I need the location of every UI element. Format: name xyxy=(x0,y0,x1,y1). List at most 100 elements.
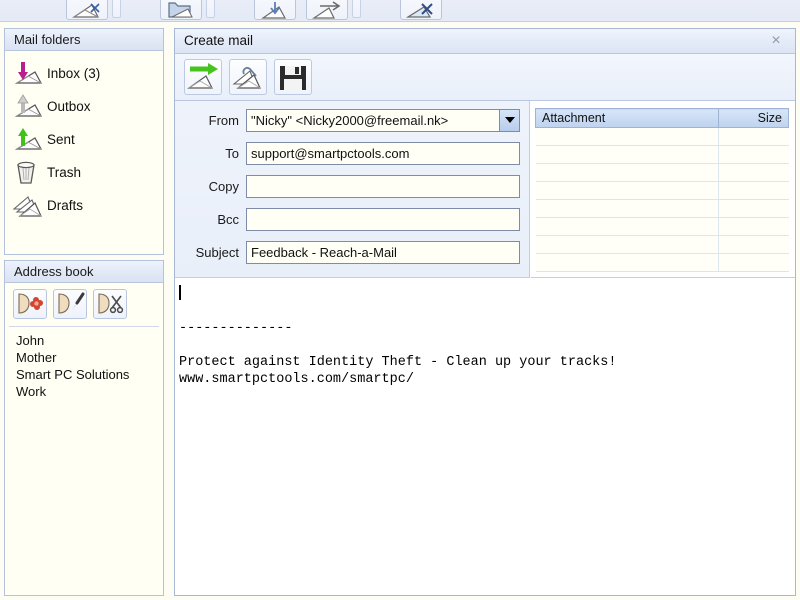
toolbar-button-new-mail[interactable] xyxy=(66,0,108,20)
cell-size xyxy=(718,145,789,164)
table-row[interactable] xyxy=(535,199,789,218)
envelope-stack-icon xyxy=(11,192,45,220)
attachment-table[interactable]: Attachment Size xyxy=(535,108,789,272)
mail-folders-title: Mail folders xyxy=(5,29,163,51)
cell-size xyxy=(718,217,789,236)
cell-attachment xyxy=(535,217,719,236)
sidebar-item-drafts[interactable]: Drafts xyxy=(11,189,163,222)
column-header-size[interactable]: Size xyxy=(718,108,789,128)
form-row-from: From "Nicky" <Nicky2000@freemail.nk> xyxy=(175,106,529,134)
sidebar-item-label: Drafts xyxy=(47,198,84,213)
list-item[interactable]: John xyxy=(16,332,159,349)
from-label: From xyxy=(208,112,239,128)
message-body-editor[interactable]: -------------- Protect against Identity … xyxy=(175,279,795,594)
mail-folders-list: Inbox (3) Outbox Sent Trash Drafts xyxy=(5,51,163,222)
delete-contact-button[interactable] xyxy=(93,289,127,319)
create-mail-toolbar xyxy=(175,54,795,101)
attachment-table-body xyxy=(535,127,789,272)
envelope-down-arrow-icon xyxy=(261,2,287,19)
toolbar-button-send-mail[interactable] xyxy=(306,0,348,20)
subject-value: Feedback - Reach-a-Mail xyxy=(251,244,397,260)
contact-cut-scissors-icon xyxy=(98,293,124,314)
message-body-text: -------------- Protect against Identity … xyxy=(179,321,617,387)
from-dropdown-button[interactable] xyxy=(499,109,519,131)
contact-add-icon xyxy=(18,293,43,314)
cell-attachment xyxy=(535,163,719,182)
column-header-attachment[interactable]: Attachment xyxy=(535,108,719,128)
mail-header-form: From "Nicky" <Nicky2000@freemail.nk> To … xyxy=(175,101,530,278)
create-mail-content: From "Nicky" <Nicky2000@freemail.nk> To … xyxy=(175,101,795,594)
table-row[interactable] xyxy=(535,235,789,254)
sidebar-item-label: Sent xyxy=(47,132,75,147)
envelope-delete-icon xyxy=(406,3,433,18)
cell-size xyxy=(718,163,789,182)
add-contact-button[interactable] xyxy=(13,289,47,319)
from-field[interactable]: "Nicky" <Nicky2000@freemail.nk> xyxy=(246,108,520,132)
sidebar-item-label: Trash xyxy=(47,165,82,180)
table-row[interactable] xyxy=(535,217,789,236)
attach-button[interactable] xyxy=(229,59,267,95)
sidebar-item-sent[interactable]: Sent xyxy=(11,123,163,156)
bcc-label: Bcc xyxy=(217,211,239,227)
form-row-subject: Subject Feedback - Reach-a-Mail xyxy=(175,238,529,266)
left-sidebar: Mail folders Inbox (3) Outbox Sent Trash… xyxy=(4,28,164,596)
close-icon[interactable]: × xyxy=(765,29,787,53)
toolbar-separator-1 xyxy=(112,0,121,18)
form-row-copy: Copy xyxy=(175,172,529,200)
text-caret xyxy=(179,285,181,300)
mail-folders-panel: Mail folders Inbox (3) Outbox Sent Trash… xyxy=(4,28,164,255)
edit-contact-button[interactable] xyxy=(53,289,87,319)
list-item[interactable]: Work xyxy=(16,383,159,400)
to-label: To xyxy=(225,145,239,161)
envelope-new-icon xyxy=(72,3,100,18)
cell-attachment xyxy=(535,181,719,200)
to-field[interactable]: support@smartpctools.com xyxy=(246,141,520,165)
create-mail-titlebar: Create mail × xyxy=(175,29,795,54)
envelope-up-arrow-icon xyxy=(11,93,45,121)
toolbar-button-delete-mail[interactable] xyxy=(400,0,442,20)
envelope-attach-icon xyxy=(232,67,261,89)
floppy-disk-icon xyxy=(280,66,306,90)
sidebar-item-inbox[interactable]: Inbox (3) xyxy=(11,57,163,90)
copy-label: Copy xyxy=(208,178,239,194)
cell-attachment xyxy=(535,253,719,272)
to-value: support@smartpctools.com xyxy=(251,145,410,161)
cell-size xyxy=(718,253,789,272)
toolbar-button-receive-mail[interactable] xyxy=(254,0,296,20)
cell-attachment xyxy=(535,199,719,218)
bcc-field[interactable] xyxy=(246,207,520,231)
cell-size xyxy=(718,181,789,200)
toolbar-button-mail-folder[interactable] xyxy=(160,0,202,20)
table-row[interactable] xyxy=(535,181,789,200)
main-toolbar xyxy=(0,0,800,22)
sidebar-item-label: Inbox (3) xyxy=(47,66,101,81)
sidebar-item-label: Outbox xyxy=(47,99,91,114)
sidebar-item-trash[interactable]: Trash xyxy=(11,156,163,189)
envelope-down-arrow-icon xyxy=(11,60,45,88)
table-row[interactable] xyxy=(535,145,789,164)
attachment-table-header-row: Attachment Size xyxy=(535,108,789,128)
copy-field[interactable] xyxy=(246,174,520,198)
form-row-to: To support@smartpctools.com xyxy=(175,139,529,167)
table-row[interactable] xyxy=(535,163,789,182)
address-book-panel: Address book John Mother Smart PC Soluti… xyxy=(4,260,164,596)
attachment-panel: Attachment Size xyxy=(531,101,795,278)
cell-size xyxy=(718,235,789,254)
toolbar-separator-2 xyxy=(206,0,215,18)
table-row[interactable] xyxy=(535,127,789,146)
subject-field[interactable]: Feedback - Reach-a-Mail xyxy=(246,240,520,264)
envelope-up-arrow-icon xyxy=(11,126,45,154)
send-button[interactable] xyxy=(184,59,222,95)
save-button[interactable] xyxy=(274,59,312,95)
address-book-toolbar xyxy=(5,283,163,324)
envelope-folder-icon xyxy=(168,2,193,18)
from-value: "Nicky" <Nicky2000@freemail.nk> xyxy=(251,112,449,128)
envelope-green-arrow-icon xyxy=(187,63,218,89)
table-row[interactable] xyxy=(535,253,789,272)
list-item[interactable]: Mother xyxy=(16,349,159,366)
create-mail-window: Create mail × From "Nicky" <Nicky2000@fr… xyxy=(174,28,796,596)
list-item[interactable]: Smart PC Solutions xyxy=(16,366,159,383)
address-book-contact-list[interactable]: John Mother Smart PC Solutions Work xyxy=(9,326,159,594)
form-row-bcc: Bcc xyxy=(175,205,529,233)
sidebar-item-outbox[interactable]: Outbox xyxy=(11,90,163,123)
